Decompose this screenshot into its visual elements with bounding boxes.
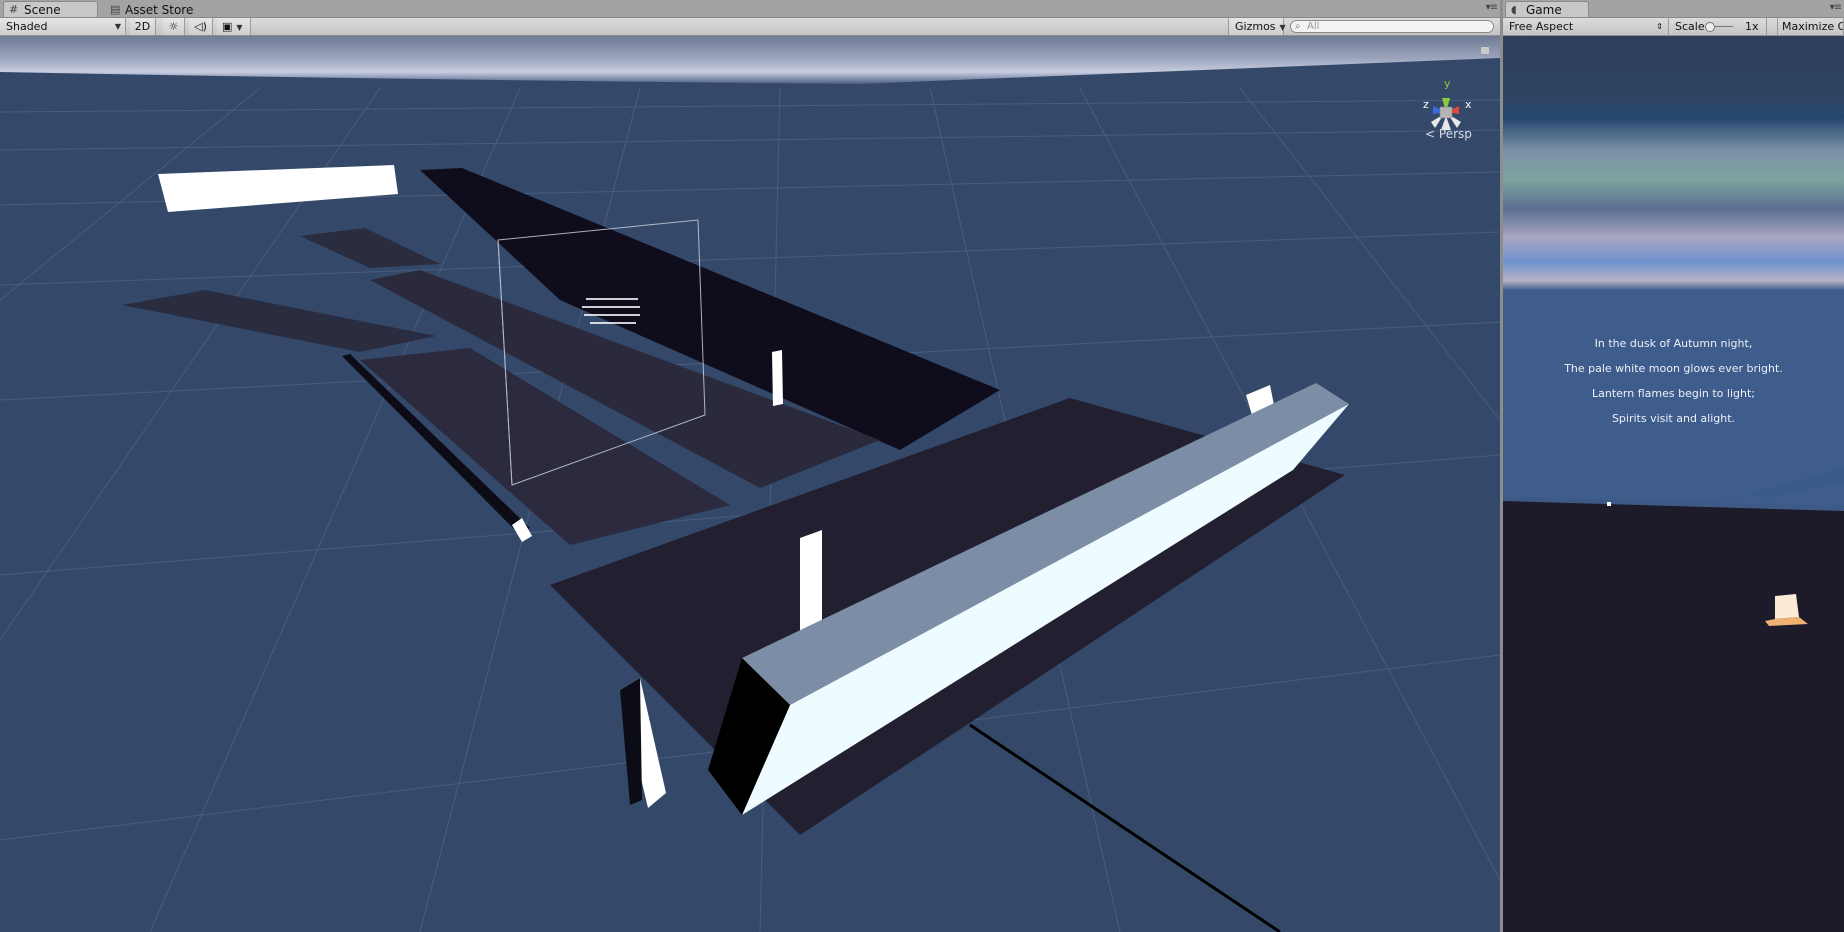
mode-2d-toggle[interactable]: 2D <box>130 18 156 35</box>
scene-panel: # Scene ▤ Asset Store ▾≡ Shaded ▼ 2D ☼ ◁… <box>0 0 1500 932</box>
shading-mode-label: Shaded <box>6 20 48 33</box>
effects-dropdown[interactable]: ▣ ▼ <box>217 18 251 35</box>
game-tabbar: ◖ Game ▾≡ <box>1503 0 1844 18</box>
gizmos-label: Gizmos <box>1235 20 1276 33</box>
game-viewport[interactable]: In the dusk of Autumn night, The pale wh… <box>1503 36 1844 932</box>
scale-value: 1x <box>1745 20 1759 33</box>
scene-render <box>0 36 1500 932</box>
poem-line: In the dusk of Autumn night, <box>1594 337 1753 350</box>
chevron-down-icon: ▼ <box>236 23 243 32</box>
mode-2d-label: 2D <box>134 20 151 33</box>
game-panel: ◖ Game ▾≡ Free Aspect ⇕ Scale 1x Maximiz… <box>1503 0 1844 932</box>
poem-line: Spirits visit and alight. <box>1611 412 1736 425</box>
aspect-label: Free Aspect <box>1509 20 1574 33</box>
shading-mode-dropdown[interactable]: Shaded ▼ <box>0 18 126 35</box>
panel-menu-icon[interactable]: ▾≡ <box>1830 2 1842 13</box>
scene-viewport[interactable]: y x z < Persp <box>0 36 1500 932</box>
search-input[interactable]: ⌕ All <box>1290 20 1494 33</box>
audio-toggle[interactable]: ◁) <box>189 18 213 35</box>
maximize-on-play-toggle[interactable]: Maximize O <box>1777 18 1844 35</box>
axis-z-label: z <box>1423 98 1429 111</box>
search-placeholder: All <box>1307 21 1320 32</box>
chevron-down-icon: ▼ <box>114 22 121 31</box>
axis-y-label: y <box>1444 78 1451 90</box>
scale-slider-handle[interactable] <box>1705 22 1715 32</box>
panel-menu-icon[interactable]: ▾≡ <box>1486 2 1498 13</box>
tab-scene[interactable]: # Scene <box>3 1 98 17</box>
poem-line: The pale white moon glows ever bright. <box>1564 362 1783 375</box>
aspect-dropdown[interactable]: Free Aspect ⇕ <box>1503 18 1669 35</box>
axis-x-label: x <box>1465 98 1472 111</box>
gizmos-dropdown[interactable]: Gizmos ▼ <box>1228 18 1286 35</box>
stepper-icon: ⇕ <box>1656 22 1663 31</box>
lighting-toggle[interactable]: ☼ <box>163 18 185 35</box>
game-toolbar: Free Aspect ⇕ Scale 1x Maximize O <box>1503 18 1844 36</box>
tab-scene-label: Scene <box>24 3 61 17</box>
game-sky <box>1503 36 1844 516</box>
bag-icon: ▤ <box>110 3 121 16</box>
tab-game-label: Game <box>1526 3 1562 17</box>
scale-control: Scale 1x <box>1669 18 1767 35</box>
game-controller-icon: ◖ <box>1511 3 1517 16</box>
perspective-icon: < <box>1425 127 1436 141</box>
search-icon: ⌕ <box>1295 21 1301 32</box>
game-ground <box>1503 501 1844 932</box>
hash-icon: # <box>9 3 19 16</box>
game-lantern <box>1775 594 1799 619</box>
image-icon: ▣ <box>222 20 233 33</box>
scale-label: Scale <box>1675 20 1705 33</box>
scene-tabbar: # Scene ▤ Asset Store ▾≡ <box>0 0 1500 18</box>
chevron-down-icon: ▼ <box>1279 23 1286 32</box>
lock-icon[interactable] <box>1481 47 1489 54</box>
maximize-label: Maximize O <box>1782 20 1844 33</box>
game-render <box>1503 36 1844 932</box>
speaker-icon: ◁) <box>194 20 207 33</box>
poem-line: Lantern flames begin to light; <box>1592 387 1755 400</box>
sun-icon: ☼ <box>168 20 179 33</box>
projection-toggle[interactable]: < Persp <box>1425 127 1472 141</box>
projection-label: Persp <box>1438 127 1472 141</box>
tab-asset-store[interactable]: ▤ Asset Store <box>104 1 214 17</box>
tab-asset-store-label: Asset Store <box>125 3 194 17</box>
scene-toolbar: Shaded ▼ 2D ☼ ◁) ▣ ▼ Gizmos ▼ ⌕ All <box>0 18 1500 36</box>
tab-game[interactable]: ◖ Game <box>1505 1 1589 17</box>
